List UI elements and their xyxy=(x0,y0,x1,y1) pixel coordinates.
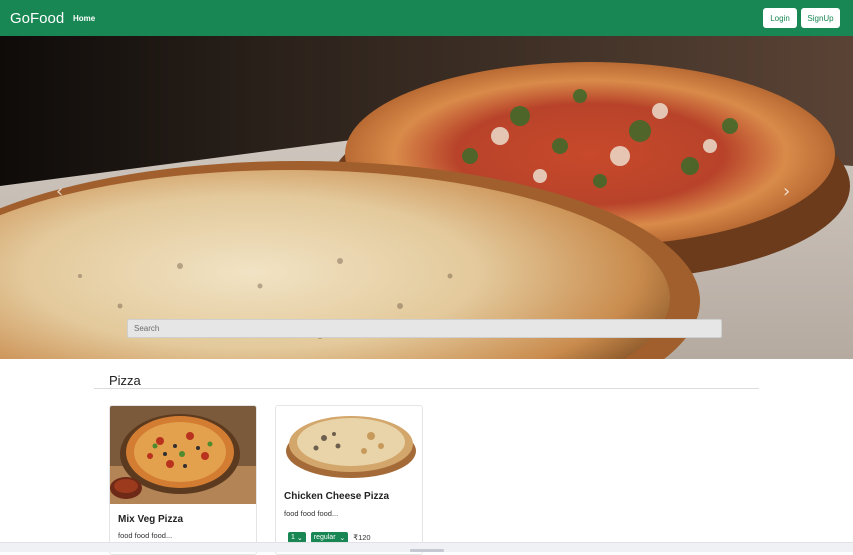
chevron-left-icon[interactable]: ‹ xyxy=(56,181,63,202)
category-title: Pizza xyxy=(109,373,141,388)
nav-link-home[interactable]: Home xyxy=(73,14,95,23)
food-card[interactable]: Chicken Cheese Pizza food food food... 1… xyxy=(275,405,423,555)
login-button[interactable]: Login xyxy=(763,8,797,28)
food-card-title: Chicken Cheese Pizza xyxy=(284,491,390,502)
food-card[interactable]: Mix Veg Pizza food food food... xyxy=(109,405,257,555)
food-card-description: food food food... xyxy=(284,509,339,518)
signup-button[interactable]: SignUp xyxy=(801,8,840,28)
food-card-image xyxy=(276,406,422,481)
search-input[interactable] xyxy=(127,319,722,338)
category-divider xyxy=(94,388,759,389)
food-card-title: Mix Veg Pizza xyxy=(118,514,184,525)
navbar: GoFood Home Login SignUp xyxy=(0,0,853,36)
hero-carousel: ‹ › xyxy=(0,36,853,359)
food-card-description: food food food... xyxy=(118,531,173,540)
hero-pizza-image xyxy=(0,36,853,359)
brand-logo[interactable]: GoFood xyxy=(10,10,64,27)
chevron-down-icon: ⌄ xyxy=(296,534,303,542)
chevron-down-icon: ⌄ xyxy=(339,534,346,542)
chevron-right-icon[interactable]: › xyxy=(783,181,790,202)
food-card-image xyxy=(110,406,256,504)
price-label: ₹120 xyxy=(353,533,371,542)
